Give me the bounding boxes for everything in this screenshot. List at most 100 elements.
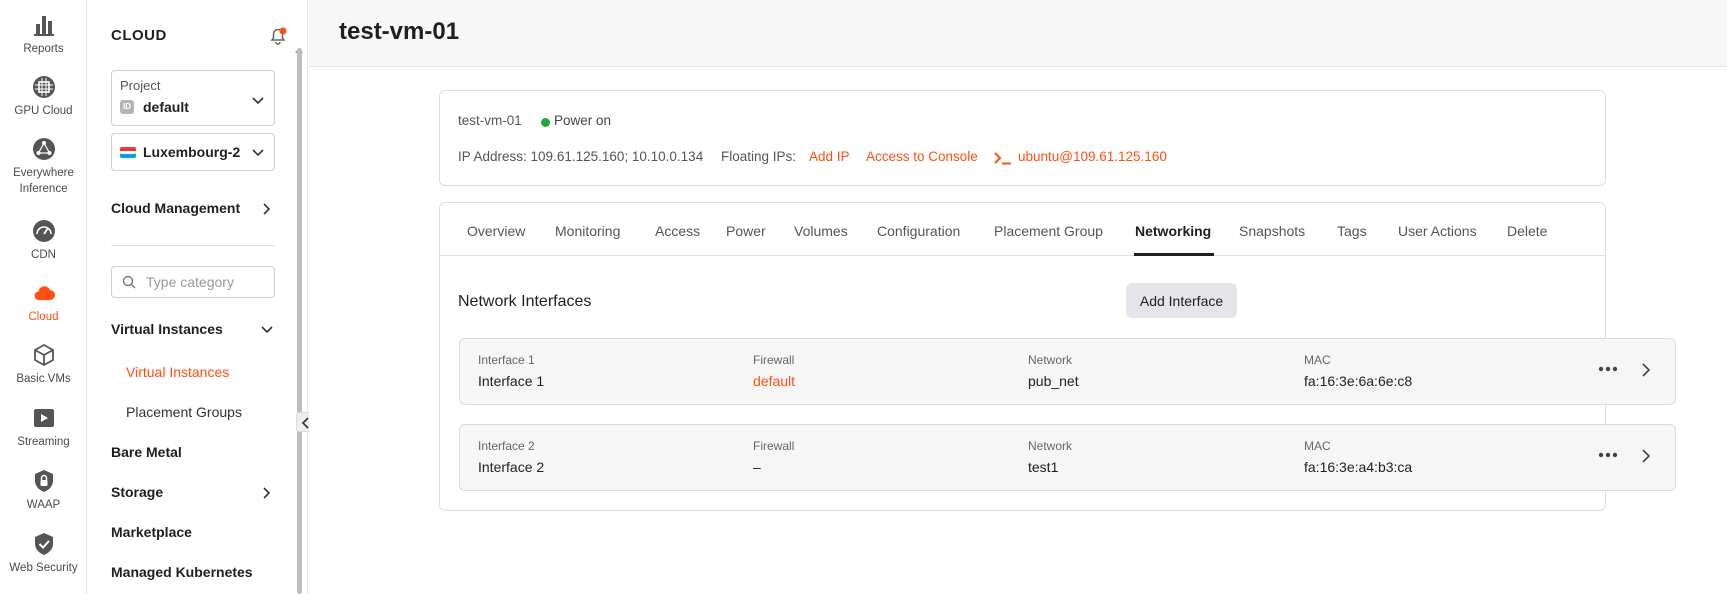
ssh-link[interactable]: ubuntu@109.61.125.160 (1018, 149, 1167, 164)
vm-info-card: test-vm-01 Power on IP Address: 109.61.1… (439, 90, 1606, 186)
sidebar-title: CLOUD (111, 27, 167, 44)
rail-item-gpu-cloud[interactable]: GPU Cloud (0, 74, 87, 119)
id-badge: ID (120, 100, 134, 114)
firewall-cell: Firewall – (753, 439, 794, 475)
search-input[interactable] (146, 274, 266, 290)
network-header: Network (1028, 353, 1073, 367)
project-label: Project (120, 78, 161, 93)
interface-name: Interface 1 (478, 373, 545, 389)
rail-label: Reports (23, 43, 64, 55)
rail-item-cdn[interactable]: CDN (0, 218, 87, 263)
mac-value: fa:16:3e:a4:b3:ca (1304, 459, 1413, 475)
search-icon (122, 275, 136, 289)
network-cell: Network pub_net (1028, 353, 1079, 389)
category-search[interactable] (111, 266, 275, 298)
nav-virtual-instances[interactable]: Virtual Instances (111, 321, 275, 337)
mac-header: MAC (1304, 439, 1331, 453)
table-row[interactable]: Interface 1 Interface 1 Firewall default… (459, 338, 1676, 405)
rail-label: Everywhere Inference (13, 167, 74, 195)
rail-label: CDN (31, 249, 56, 261)
rail-item-reports[interactable]: Reports (0, 12, 87, 57)
add-interface-button[interactable]: Add Interface (1126, 283, 1237, 318)
network-cell: Network test1 (1028, 439, 1072, 475)
chevron-right-icon (263, 487, 271, 499)
interface-name: Interface 2 (478, 459, 545, 475)
nav-label: Marketplace (111, 524, 192, 540)
network-value: test1 (1028, 459, 1059, 475)
floating-ips-label: Floating IPs: (721, 149, 797, 164)
tab-bar: Overview Monitoring Access Power Volumes… (440, 203, 1605, 256)
tab-networking[interactable]: Networking (1135, 223, 1211, 239)
rail-label: Cloud (28, 311, 59, 323)
rail-item-waap[interactable]: WAAP (0, 468, 87, 513)
nav-managed-kubernetes[interactable]: Managed Kubernetes (111, 564, 275, 580)
network-value: pub_net (1028, 373, 1079, 389)
rail-item-cloud[interactable]: Cloud (0, 280, 87, 325)
mac-header: MAC (1304, 353, 1331, 367)
subnav-virtual-instances[interactable]: Virtual Instances (126, 364, 229, 380)
tab-overview[interactable]: Overview (467, 223, 525, 239)
firewall-cell: Firewall default (753, 353, 795, 389)
chevron-right-icon (263, 203, 271, 215)
luxembourg-flag-icon (120, 147, 136, 158)
tab-placement-group[interactable]: Placement Group (994, 223, 1103, 239)
subnav-placement-groups[interactable]: Placement Groups (126, 404, 242, 420)
tab-tags[interactable]: Tags (1337, 223, 1367, 239)
sidebar-scrollbar[interactable] (297, 48, 302, 594)
tab-access[interactable]: Access (655, 223, 700, 239)
power-state: Power on (554, 113, 612, 128)
tab-volumes[interactable]: Volumes (794, 223, 848, 239)
chevron-right-icon[interactable] (1642, 449, 1650, 463)
rail-label: Web Security (9, 562, 78, 574)
rail-item-basic-vms[interactable]: Basic VMs (0, 342, 87, 387)
rail-label: Streaming (17, 436, 70, 448)
nav-storage[interactable]: Storage (111, 484, 275, 500)
nav-label: Managed Kubernetes (111, 564, 253, 580)
vm-name: test-vm-01 (458, 113, 522, 128)
sidebar-divider (111, 245, 275, 246)
interface-header: Interface 1 (478, 353, 535, 367)
tab-user-actions[interactable]: User Actions (1398, 223, 1477, 239)
lock-shield-icon (34, 470, 53, 492)
rail-item-web-security[interactable]: Web Security (0, 531, 87, 576)
cloud-icon (34, 286, 55, 300)
access-console-link[interactable]: Access to Console (866, 149, 978, 164)
cloud-sidebar: CLOUD Project ID default Luxembourg-2 Cl… (88, 0, 308, 594)
nav-cloud-management[interactable]: Cloud Management (111, 200, 275, 216)
more-options-icon[interactable] (1598, 452, 1618, 458)
notification-bell-icon[interactable] (268, 26, 288, 46)
mac-cell: MAC fa:16:3e:6a:6e:c8 (1304, 353, 1412, 389)
rail-label: GPU Cloud (14, 105, 73, 117)
tab-monitoring[interactable]: Monitoring (555, 223, 620, 239)
add-ip-link[interactable]: Add IP (809, 149, 850, 164)
nav-marketplace[interactable]: Marketplace (111, 524, 275, 540)
region-value: Luxembourg-2 (143, 144, 241, 160)
tab-delete[interactable]: Delete (1507, 223, 1547, 239)
table-row[interactable]: Interface 2 Interface 2 Firewall – Netwo… (459, 424, 1676, 491)
project-value: default (143, 99, 189, 115)
tab-snapshots[interactable]: Snapshots (1239, 223, 1305, 239)
tab-configuration[interactable]: Configuration (877, 223, 960, 239)
ip-address: IP Address: 109.61.125.160; 10.10.0.134 (458, 149, 704, 164)
terminal-icon (994, 152, 1011, 165)
chevron-right-icon[interactable] (1642, 363, 1650, 377)
firewall-link[interactable]: default (753, 373, 795, 389)
cube-icon (33, 343, 54, 367)
bar-chart-icon (33, 16, 54, 36)
nav-label: Bare Metal (111, 444, 182, 460)
tab-power[interactable]: Power (726, 223, 766, 239)
rail-item-everywhere-inference[interactable]: Everywhere Inference (0, 136, 87, 197)
nav-bare-metal[interactable]: Bare Metal (111, 444, 275, 460)
project-select[interactable]: Project ID default (111, 70, 275, 126)
nav-label: Cloud Management (111, 200, 241, 216)
firewall-header: Firewall (753, 439, 795, 453)
interface-cell: Interface 1 Interface 1 (478, 353, 544, 389)
chevron-left-icon (301, 417, 309, 429)
play-icon (33, 409, 54, 427)
gpu-chip-icon (32, 76, 55, 98)
rail-item-streaming[interactable]: Streaming (0, 405, 87, 450)
network-header: Network (1028, 439, 1073, 453)
page-title: test-vm-01 (339, 18, 460, 45)
region-select[interactable]: Luxembourg-2 (111, 133, 275, 171)
more-options-icon[interactable] (1598, 366, 1618, 372)
